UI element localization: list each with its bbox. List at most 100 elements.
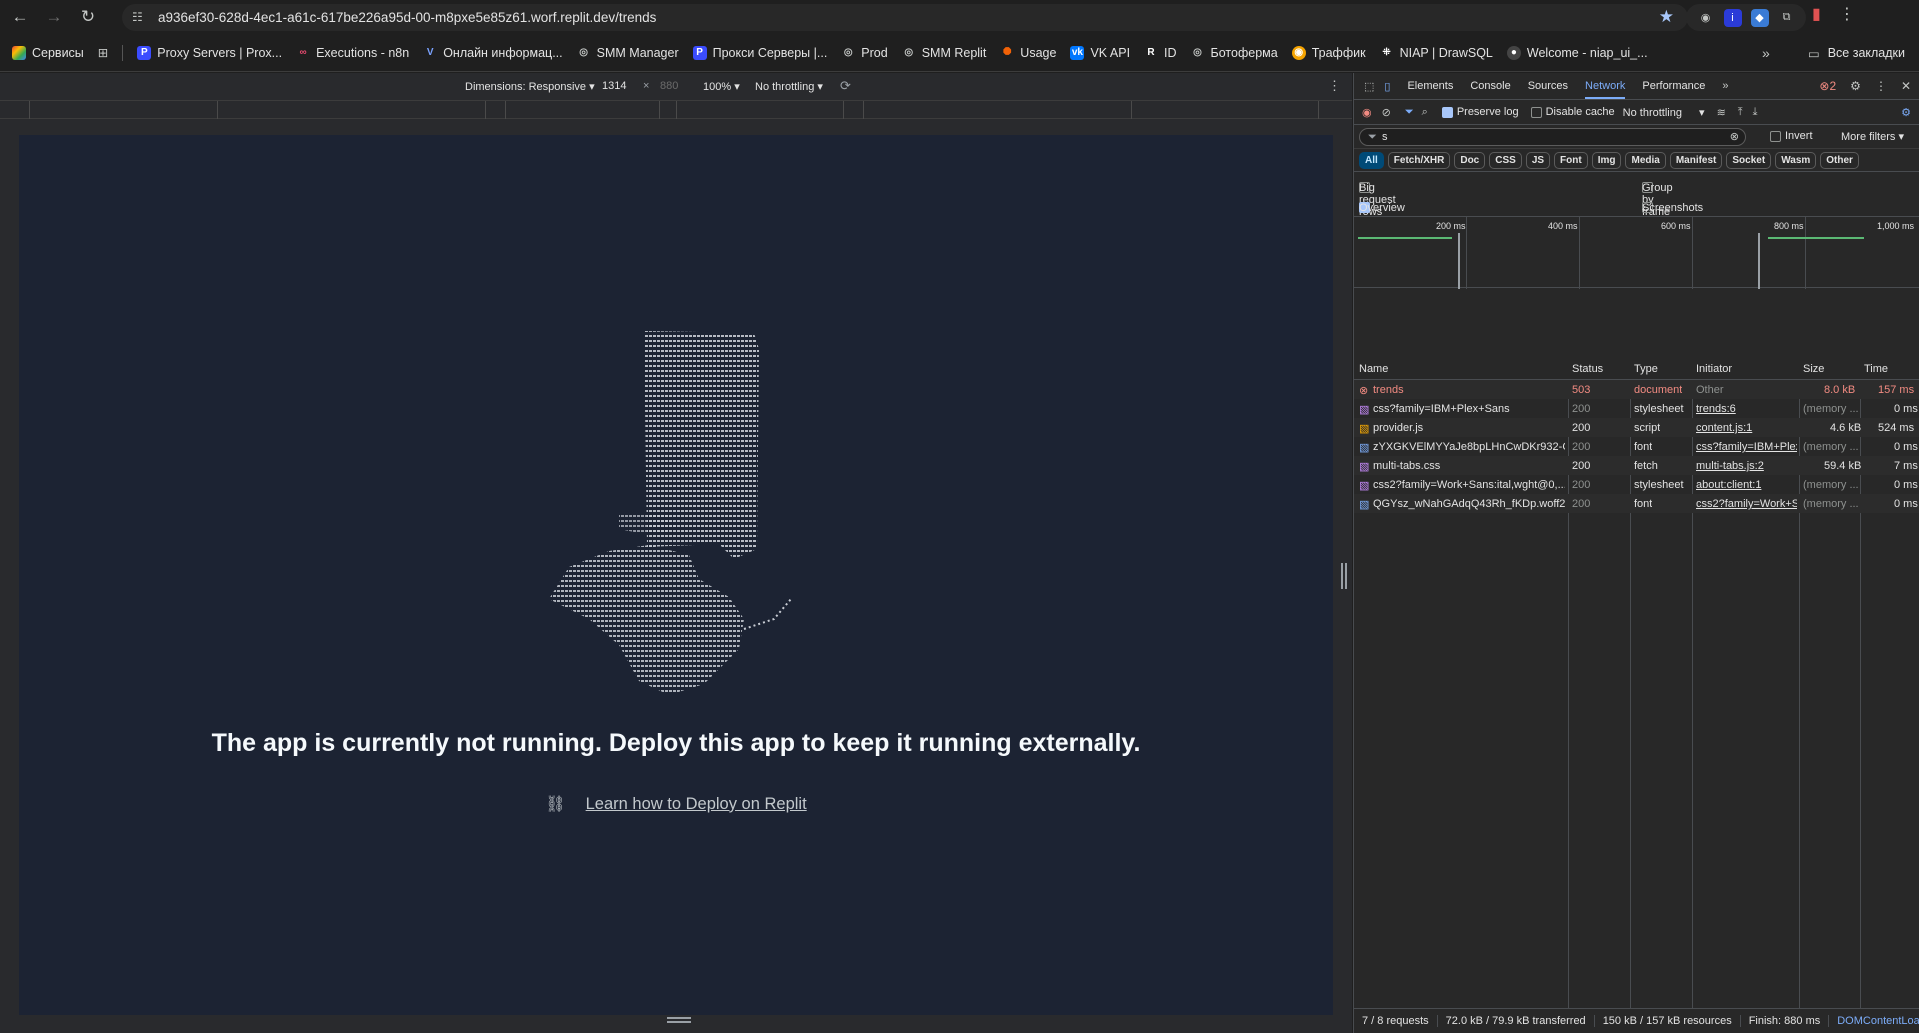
col-size[interactable]: Size (1803, 363, 1824, 375)
filter-icon[interactable]: ⏷ (1405, 106, 1414, 119)
type-socket[interactable]: Socket (1726, 151, 1772, 169)
learn-deploy-link[interactable]: Learn how to Deploy on Replit (586, 795, 807, 814)
filter-funnel-icon: ⏷ (1368, 131, 1377, 143)
type-css[interactable]: CSS (1489, 151, 1522, 169)
network-overview-timeline[interactable]: 200 ms 400 ms 600 ms 800 ms 1,000 ms (1354, 216, 1919, 289)
bookmark-item[interactable]: ⯃ Usage (1000, 46, 1056, 60)
col-type[interactable]: Type (1634, 363, 1658, 375)
settings-icon[interactable]: ⚙ (1850, 79, 1861, 93)
bookmark-item[interactable]: Сервисы (12, 45, 84, 60)
bookmark-item[interactable]: ◎ Prod (841, 46, 888, 60)
timeline-tick: 1,000 ms (1877, 221, 1915, 231)
col-initiator[interactable]: Initiator (1696, 363, 1732, 375)
table-row[interactable]: ▧ zYXGKVElMYYaJe8bpLHnCwDKr932-G... 200 … (1354, 437, 1919, 456)
preserve-log-checkbox[interactable]: Preserve log (1441, 106, 1519, 118)
type-font[interactable]: Font (1554, 151, 1588, 169)
table-row[interactable]: ▧ multi-tabs.css 200 fetch multi-tabs.js… (1354, 456, 1919, 475)
forward-icon[interactable]: → (40, 3, 68, 31)
bookmark-star-icon[interactable]: ★ (1659, 7, 1674, 27)
type-js[interactable]: JS (1525, 151, 1551, 169)
bookmark-item[interactable]: V Онлайн информац... (423, 46, 563, 60)
tab-console[interactable]: Console (1470, 80, 1510, 92)
export-har-icon[interactable]: ⤓ (1753, 106, 1758, 119)
more-filters-select[interactable]: More filters ▾ (1841, 130, 1904, 143)
dimensions-select[interactable]: Dimensions: Responsive ▾ (465, 80, 595, 93)
tab-sources[interactable]: Sources (1528, 80, 1568, 92)
bookmark-item[interactable]: P Proxy Servers | Prox... (137, 45, 282, 60)
type-doc[interactable]: Doc (1454, 151, 1486, 169)
extension-icon[interactable]: i (1723, 8, 1742, 27)
bookmark-item[interactable]: vk VK API (1070, 45, 1130, 60)
type-wasm[interactable]: Wasm (1775, 151, 1817, 169)
tab-groups-icon[interactable]: ⊞ (98, 45, 108, 60)
options-row: Overview Screenshots (1359, 202, 1704, 214)
tab-performance[interactable]: Performance (1642, 80, 1705, 92)
throttling-select[interactable]: No throttling ▾ (755, 80, 823, 93)
kebab-menu-icon[interactable]: ⋮ (1875, 79, 1887, 93)
table-row[interactable]: ▧ css?family=IBM+Plex+Sans 200 styleshee… (1354, 399, 1919, 418)
more-options-icon[interactable]: ⋮ (1328, 78, 1341, 94)
all-bookmarks[interactable]: ▭ Все закладки (1808, 34, 1905, 72)
table-row[interactable]: ⊗ trends 503 document Other 8.0 kB 157 m… (1354, 380, 1919, 399)
error-badge[interactable]: ⊗2 (1819, 79, 1836, 93)
invert-checkbox[interactable]: Invert (1770, 130, 1813, 142)
clear-filter-icon[interactable]: ⊗ (1730, 130, 1739, 143)
back-icon[interactable]: ← (6, 3, 34, 31)
site-info-icon[interactable]: ☷ (132, 10, 148, 26)
table-row[interactable]: ▧ css2?family=Work+Sans:ital,wght@0,... … (1354, 475, 1919, 494)
import-har-icon[interactable]: ⤒ (1738, 106, 1743, 119)
network-conditions-icon[interactable]: ≋ (1717, 106, 1726, 119)
table-row[interactable]: ▧ provider.js 200 script content.js:1 4.… (1354, 418, 1919, 437)
url-text[interactable]: a936ef30-628d-4ec1-a61c-617be226a95d-00-… (158, 10, 656, 25)
resize-handle-right[interactable] (1341, 563, 1347, 589)
more-tabs-icon[interactable]: » (1722, 80, 1728, 92)
reload-icon[interactable]: ↻ (74, 3, 102, 31)
record-icon[interactable]: ◉ (1362, 106, 1372, 119)
type-all[interactable]: All (1359, 151, 1384, 169)
network-settings-icon[interactable]: ⚙ (1901, 106, 1911, 119)
inspect-icon[interactable]: ⬚ (1364, 80, 1374, 93)
table-row[interactable]: ▧ QGYsz_wNahGAdqQ43Rh_fKDp.woff2 200 fon… (1354, 494, 1919, 513)
timeline-tick: 600 ms (1661, 221, 1691, 231)
bookmark-item[interactable]: ◎ SMM Manager (577, 46, 678, 60)
disable-cache-checkbox[interactable]: Disable cache (1530, 106, 1615, 118)
profile-icon[interactable]: ▮ (1812, 4, 1821, 24)
camera-extension-icon[interactable]: ◉ (1697, 9, 1715, 27)
width-input[interactable]: 1314 (602, 80, 626, 92)
col-name[interactable]: Name (1359, 363, 1388, 375)
search-icon[interactable]: ⌕ (1422, 106, 1428, 119)
zoom-select[interactable]: 100% ▾ (703, 80, 740, 93)
bookmark-item[interactable]: ◎ SMM Replit (902, 46, 986, 60)
type-media[interactable]: Media (1625, 151, 1666, 169)
bookmark-item[interactable]: ⁜ NIAP | DrawSQL (1380, 46, 1493, 60)
network-throttling-select[interactable]: No throttling ▾ (1623, 106, 1705, 119)
bookmark-item[interactable]: ◎ Ботоферма (1191, 46, 1278, 60)
menu-icon[interactable]: ⋮ (1839, 4, 1855, 24)
type-img[interactable]: Img (1591, 151, 1622, 169)
col-time[interactable]: Time (1864, 363, 1888, 375)
table-body: ⊗ trends 503 document Other 8.0 kB 157 m… (1354, 380, 1919, 513)
bookmark-item[interactable]: ∞ Executions - n8n (296, 46, 410, 60)
type-manifest[interactable]: Manifest (1669, 151, 1723, 169)
bookmark-item[interactable]: R ID (1144, 46, 1176, 60)
resize-handle-bottom[interactable] (667, 1017, 691, 1023)
tab-network[interactable]: Network (1585, 80, 1626, 99)
puzzle-icon[interactable]: ⧉ (1778, 9, 1796, 27)
clear-icon[interactable]: ⊘ (1382, 106, 1391, 119)
github-icon: ● (1506, 45, 1521, 60)
bookmark-item[interactable]: ◉ Траффик (1291, 45, 1366, 60)
bookmark-item[interactable]: P Прокси Серверы |... (692, 45, 827, 60)
more-bookmarks-icon[interactable]: » (1762, 34, 1770, 72)
tab-elements[interactable]: Elements (1407, 80, 1453, 92)
col-status[interactable]: Status (1572, 363, 1603, 375)
type-other[interactable]: Other (1820, 151, 1859, 169)
close-icon[interactable]: ✕ (1901, 79, 1911, 93)
type-fetch-xhr[interactable]: Fetch/XHR (1387, 151, 1451, 169)
device-toggle-icon[interactable]: ▯ (1384, 80, 1390, 93)
extension-icon[interactable]: ◆ (1750, 8, 1769, 27)
filter-input[interactable]: ⏷ s ⊗ (1359, 128, 1746, 146)
height-input[interactable]: 880 (660, 80, 678, 92)
address-bar[interactable]: ☷ a936ef30-628d-4ec1-a61c-617be226a95d-0… (122, 4, 1688, 31)
rotate-icon[interactable]: ⟳ (840, 78, 851, 94)
bookmark-item[interactable]: ● Welcome - niap_ui_... (1506, 45, 1648, 60)
